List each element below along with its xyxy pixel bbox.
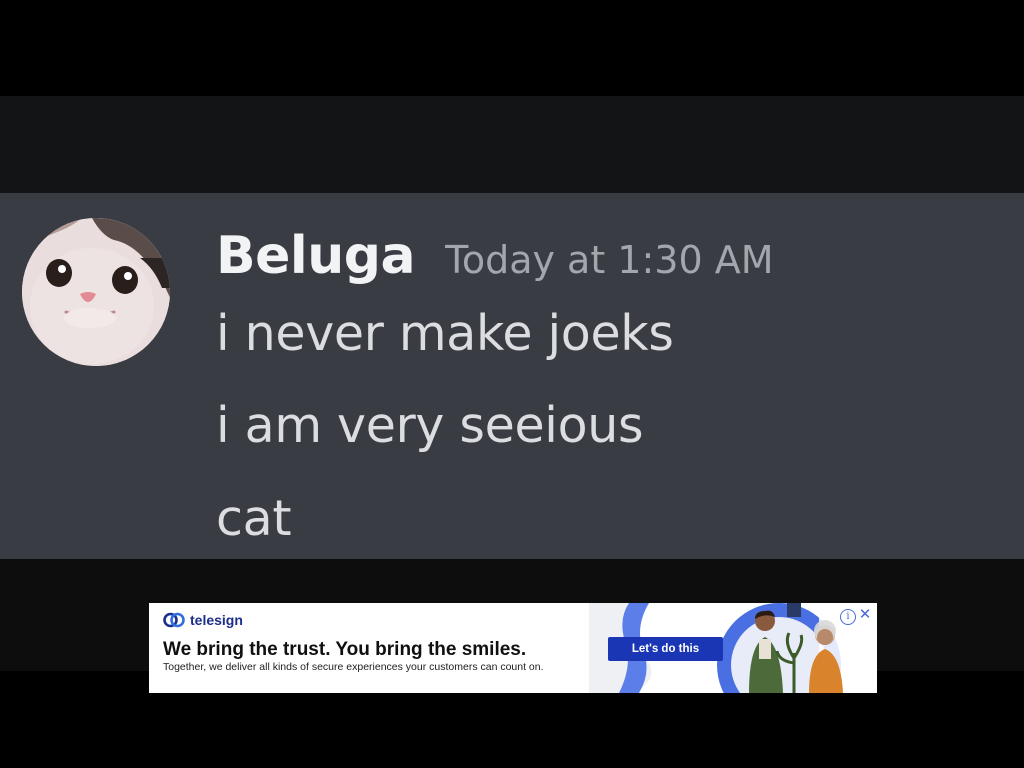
cat-avatar-icon — [22, 218, 170, 366]
message-header: Beluga Today at 1:30 AM — [216, 226, 774, 286]
user-avatar[interactable] — [22, 218, 170, 366]
ad-banner[interactable]: telesign We bring the trust. You bring t… — [149, 603, 877, 693]
message-timestamp: Today at 1:30 AM — [445, 238, 774, 282]
message-line: i am very seeious — [216, 397, 644, 454]
ad-headline: We bring the trust. You bring the smiles… — [163, 639, 527, 660]
top-dark-band — [0, 96, 1024, 193]
ad-brand-name: telesign — [190, 612, 243, 628]
video-frame: Beluga Today at 1:30 AM i never make joek… — [0, 0, 1024, 768]
message-line: i never make joeks — [216, 305, 674, 362]
username[interactable]: Beluga — [216, 226, 416, 286]
message-line: cat — [216, 490, 292, 547]
ad-info-icon[interactable]: i — [840, 609, 856, 625]
telesign-logo-icon — [163, 612, 185, 628]
ad-logo: telesign — [163, 612, 243, 628]
ad-cta-button[interactable]: Let's do this — [608, 637, 723, 661]
ad-subtext: Together, we deliver all kinds of secure… — [163, 661, 544, 673]
ad-close-icon[interactable]: ✕ — [857, 607, 873, 623]
